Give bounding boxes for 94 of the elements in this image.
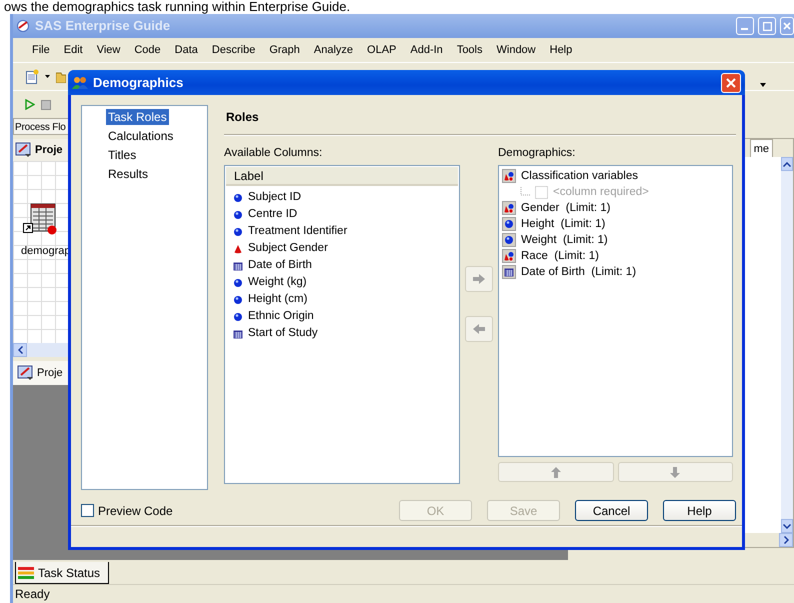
menu-item[interactable]: Window: [490, 42, 543, 58]
sphere-icon: [233, 294, 243, 305]
minimize-button[interactable]: [736, 17, 754, 35]
column-item[interactable]: Subject ID: [248, 189, 302, 206]
window-title: SAS Enterprise Guide: [35, 17, 170, 36]
list-label: Available Columns:: [224, 146, 324, 161]
task-nav-item[interactable]: Results: [106, 166, 150, 182]
project-icon: [17, 365, 35, 381]
new-document-icon[interactable]: [25, 69, 39, 84]
menu-item[interactable]: View: [90, 42, 128, 58]
menu-item[interactable]: Analyze: [306, 42, 360, 58]
menu-item[interactable]: File: [25, 42, 57, 58]
project-icon: [15, 142, 33, 158]
arrow-up-icon: [550, 466, 561, 478]
calendar-icon: [502, 265, 516, 280]
dialog-button[interactable]: Help: [663, 500, 736, 521]
scroll-right-button[interactable]: [779, 533, 793, 547]
sphere-icon: [233, 210, 243, 220]
sphere-icon: [233, 226, 243, 237]
column-item[interactable]: Weight (kg): [248, 274, 307, 292]
preview-code-checkbox[interactable]: Preview Code: [81, 502, 173, 520]
chevron-down-icon: [783, 524, 791, 528]
role-item[interactable]: Race (Limit: 1): [521, 248, 599, 265]
sphere-icon: [233, 312, 243, 322]
menu-item[interactable]: Edit: [56, 42, 90, 58]
dialog-button[interactable]: Cancel: [575, 500, 648, 521]
maximize-icon: [762, 22, 772, 30]
menu-item[interactable]: OLAP: [360, 42, 404, 58]
column-item[interactable]: Centre ID: [248, 206, 298, 224]
role-item[interactable]: Weight (Limit: 1): [521, 232, 608, 249]
close-button[interactable]: [721, 72, 741, 92]
scroll-up-button[interactable]: [781, 157, 793, 171]
caret-icon[interactable]: [760, 82, 766, 86]
add-button[interactable]: [465, 266, 493, 292]
column-item[interactable]: Height (cm): [248, 291, 308, 308]
status-lights-icon: [18, 566, 34, 578]
sphere-icon: [233, 278, 243, 288]
scroll-down-button[interactable]: [781, 519, 793, 533]
dataset-node-icon: [23, 203, 57, 235]
menu-item[interactable]: Graph: [262, 42, 307, 58]
drop-icon: [233, 244, 243, 254]
sphere-icon: [502, 233, 516, 248]
close-icon: [726, 78, 736, 88]
calendar-icon: [233, 328, 243, 339]
caret-icon[interactable]: [45, 75, 50, 78]
app-logo-icon: [16, 19, 30, 33]
menu-item[interactable]: Data: [168, 42, 205, 58]
close-icon: [783, 22, 791, 30]
column-item[interactable]: Date of Birth: [248, 257, 312, 274]
arrow-right-icon: [473, 274, 485, 284]
column-item[interactable]: Start of Study: [248, 325, 318, 342]
remove-button[interactable]: [465, 316, 493, 342]
empty-slot-icon: [535, 186, 548, 199]
sphere-icon: [502, 217, 516, 232]
section-title: Roles: [224, 105, 736, 135]
role-item[interactable]: Date of Birth (Limit: 1): [521, 264, 636, 281]
column-item[interactable]: Subject Gender: [248, 240, 328, 258]
run-icon[interactable]: [25, 99, 35, 110]
task-nav-item[interactable]: Task Roles: [106, 109, 169, 125]
scroll-left-button[interactable]: [13, 343, 27, 357]
sphere-icon: [233, 192, 243, 203]
menu-item[interactable]: Code: [127, 42, 168, 58]
classification-icon: [502, 249, 516, 264]
chevron-up-icon: [783, 162, 791, 166]
calendar-icon: [233, 260, 243, 271]
column-item[interactable]: Treatment Identifier: [248, 223, 348, 240]
role-item[interactable]: Height (Limit: 1): [521, 216, 606, 233]
menu-item[interactable]: Tools: [450, 42, 490, 58]
role-item[interactable]: Classification variables: [521, 168, 638, 185]
menu-item[interactable]: Describe: [204, 42, 262, 58]
stop-icon[interactable]: [41, 100, 51, 110]
task-status-tab[interactable]: Task Status: [15, 562, 110, 584]
column-item[interactable]: Ethnic Origin: [248, 308, 314, 326]
caption-text: ows the demographics task running within Enterprise Guide.: [3, 0, 352, 14]
list-label: Demographics:: [498, 146, 576, 161]
dialog-title: Demographics: [93, 74, 184, 92]
people-icon: [72, 76, 88, 90]
role-item[interactable]: Gender (Limit: 1): [521, 200, 610, 217]
menu-item[interactable]: Help: [542, 42, 580, 58]
tree-connector-icon: [520, 187, 530, 198]
task-nav-item[interactable]: Titles: [106, 147, 138, 163]
chevron-right-icon: [784, 536, 788, 544]
placeholder-text: <column required>: [553, 184, 649, 200]
classification-icon: [502, 169, 516, 184]
menu-item[interactable]: Add-In: [403, 42, 450, 58]
status-text: Ready: [13, 584, 794, 603]
arrow-down-icon: [670, 466, 680, 478]
pane-tab[interactable]: me: [750, 139, 773, 157]
column-header[interactable]: Label: [226, 167, 458, 186]
chevron-left-icon: [18, 346, 22, 354]
maximize-button[interactable]: [758, 17, 776, 35]
folder-icon[interactable]: [56, 70, 66, 83]
arrow-left-icon: [473, 324, 485, 334]
classification-icon: [502, 201, 516, 216]
